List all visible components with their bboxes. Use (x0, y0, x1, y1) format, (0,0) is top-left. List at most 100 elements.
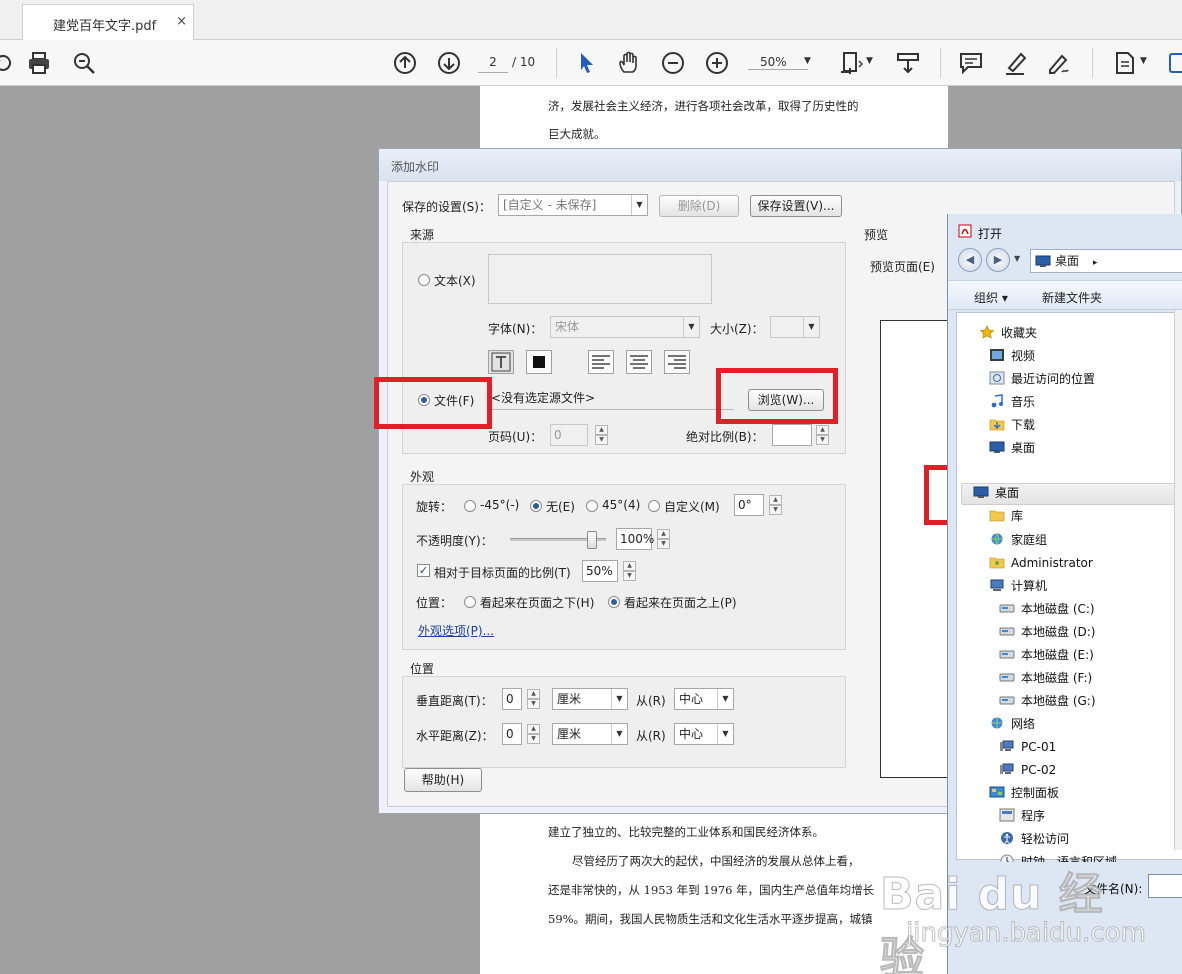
text-format-icon[interactable] (488, 350, 514, 374)
relative-scale-field[interactable]: 50% (582, 560, 618, 582)
font-select[interactable]: 宋体 ▼ (550, 316, 700, 338)
tree-item[interactable]: 计算机 (989, 576, 1047, 596)
relative-scale-checkbox[interactable]: ✓ (417, 564, 430, 577)
tree-item[interactable]: 库 (989, 506, 1023, 526)
page-tools-icon[interactable] (1112, 50, 1138, 76)
tree-item[interactable]: 本地磁盘 (F:) (999, 668, 1092, 688)
tree-item[interactable]: 视频 (989, 346, 1035, 366)
zoom-search-icon[interactable] (71, 50, 97, 76)
zoom-in-icon[interactable] (704, 50, 730, 76)
tree-item[interactable]: Administrator (989, 553, 1093, 573)
rotation-minus45-radio[interactable] (464, 500, 476, 512)
sign-icon[interactable] (1046, 50, 1072, 76)
rotate-icon[interactable] (0, 50, 16, 76)
align-right-icon[interactable] (664, 350, 690, 374)
delete-button[interactable]: 删除(D) (659, 195, 739, 217)
page-number-input[interactable]: 2 (478, 51, 508, 73)
select-cursor-icon[interactable] (574, 50, 600, 76)
print-icon[interactable] (26, 50, 52, 76)
address-bar[interactable]: 桌面 ▸ (1030, 249, 1182, 273)
tree-item[interactable]: 本地磁盘 (G:) (999, 691, 1096, 711)
close-tab-icon[interactable]: × (176, 14, 187, 29)
on-top-page-radio[interactable] (608, 596, 620, 608)
absolute-scale-field[interactable] (772, 424, 812, 446)
vertical-unit-select[interactable]: 厘米 ▼ (552, 688, 628, 710)
rotation-45-radio[interactable] (586, 500, 598, 512)
tree-item[interactable]: 网络 (989, 714, 1035, 734)
chevron-down-icon[interactable]: ▼ (804, 56, 811, 66)
page-number-stepper[interactable]: ▲ ▼ (595, 425, 608, 445)
opacity-stepper[interactable]: ▲ ▼ (657, 529, 670, 549)
tree-scrollbar[interactable] (1174, 310, 1182, 850)
relative-scale-label: 相对于目标页面的比例(T) (434, 566, 571, 580)
page-number-field[interactable]: 0 (550, 424, 588, 446)
absolute-scale-stepper[interactable]: ▲ ▼ (816, 425, 829, 445)
chevron-down-icon[interactable]: ▼ (1140, 56, 1147, 66)
tree-item[interactable]: 轻松访问 (999, 829, 1069, 849)
tree-item[interactable]: 桌面 (973, 483, 1019, 503)
align-center-icon[interactable] (626, 350, 652, 374)
horizontal-unit-select[interactable]: 厘米 ▼ (552, 723, 628, 745)
opacity-slider-thumb[interactable] (587, 531, 598, 549)
watermark-text-area[interactable] (488, 254, 712, 304)
new-folder-button[interactable]: 新建文件夹 (1042, 289, 1102, 306)
rotation-custom-radio[interactable] (648, 500, 660, 512)
zoom-out-icon[interactable] (660, 50, 686, 76)
fit-page-icon[interactable] (838, 50, 864, 76)
tree-item[interactable]: 本地磁盘 (E:) (999, 645, 1094, 665)
tree-item[interactable]: 收藏夹 (979, 323, 1037, 343)
toolbar-separator (940, 48, 941, 78)
opacity-field[interactable]: 100% (616, 528, 654, 550)
panel-toggle-icon[interactable] (1168, 50, 1182, 76)
tree-item[interactable]: 音乐 (989, 392, 1035, 412)
tree-item[interactable]: 下载 (989, 415, 1035, 435)
vertical-distance-stepper[interactable]: ▲ ▼ (527, 689, 540, 709)
address-chevron-icon[interactable]: ▸ (1093, 258, 1098, 268)
tree-item[interactable]: 桌面 (989, 438, 1035, 458)
tree-item[interactable]: 控制面板 (989, 783, 1059, 803)
tree-item[interactable]: PC-01 (999, 737, 1056, 757)
rotation-stepper[interactable]: ▲ ▼ (769, 495, 782, 515)
chevron-down-icon[interactable]: ▼ (866, 56, 873, 66)
saved-settings-select[interactable]: [自定义 - 未保存] ▼ (498, 194, 648, 216)
tree-item[interactable]: 最近访问的位置 (989, 369, 1095, 389)
comment-icon[interactable] (958, 50, 984, 76)
tree-item[interactable]: 程序 (999, 806, 1045, 826)
relative-scale-stepper[interactable]: ▲ ▼ (623, 561, 636, 581)
rotation-none-radio[interactable] (530, 500, 542, 512)
tree-item[interactable]: 家庭组 (989, 530, 1047, 550)
next-page-icon[interactable] (436, 50, 462, 76)
tree-item[interactable]: 本地磁盘 (C:) (999, 599, 1095, 619)
text-radio[interactable] (418, 274, 430, 286)
organize-menu[interactable]: 组织 ▾ (974, 289, 1008, 306)
tree-item[interactable]: 本地磁盘 (D:) (999, 622, 1095, 642)
horizontal-distance-field[interactable]: 0 (502, 723, 522, 745)
size-select[interactable]: ▼ (770, 316, 820, 338)
appearance-options-link[interactable]: 外观选项(P)... (418, 622, 494, 639)
behind-page-radio[interactable] (464, 596, 476, 608)
scroll-mode-icon[interactable] (895, 50, 921, 76)
hand-tool-icon[interactable] (616, 50, 642, 76)
document-tab[interactable]: 建党百年文字.pdf × (22, 4, 194, 40)
horizontal-distance-stepper[interactable]: ▲ ▼ (527, 724, 540, 744)
previous-page-icon[interactable] (392, 50, 418, 76)
vertical-distance-field[interactable]: 0 (502, 688, 522, 710)
back-arrow-icon[interactable]: ◀ (958, 248, 982, 272)
vertical-from-select[interactable]: 中心 ▼ (674, 688, 734, 710)
help-button[interactable]: 帮助(H) (404, 768, 482, 792)
zoom-level-select[interactable]: 50% (748, 55, 808, 70)
align-left-icon[interactable] (588, 350, 614, 374)
rotation-custom-field[interactable]: 0° (734, 494, 764, 516)
text-radio-label: 文本(X) (434, 274, 476, 288)
tree-item[interactable]: PC-02 (999, 760, 1056, 780)
opacity-slider[interactable] (510, 531, 606, 549)
chevron-down-icon: ▼ (631, 195, 647, 215)
highlight-pen-icon[interactable] (1003, 50, 1029, 76)
text-color-icon[interactable] (526, 350, 552, 374)
horizontal-from-value: 中心 (679, 727, 704, 741)
history-dropdown-icon[interactable]: ▼ (1014, 254, 1020, 263)
save-settings-button[interactable]: 保存设置(V)... (750, 195, 842, 217)
forward-arrow-icon[interactable]: ▶ (986, 248, 1010, 272)
horizontal-from-select[interactable]: 中心 ▼ (674, 723, 734, 745)
filename-input[interactable] (1148, 874, 1182, 898)
